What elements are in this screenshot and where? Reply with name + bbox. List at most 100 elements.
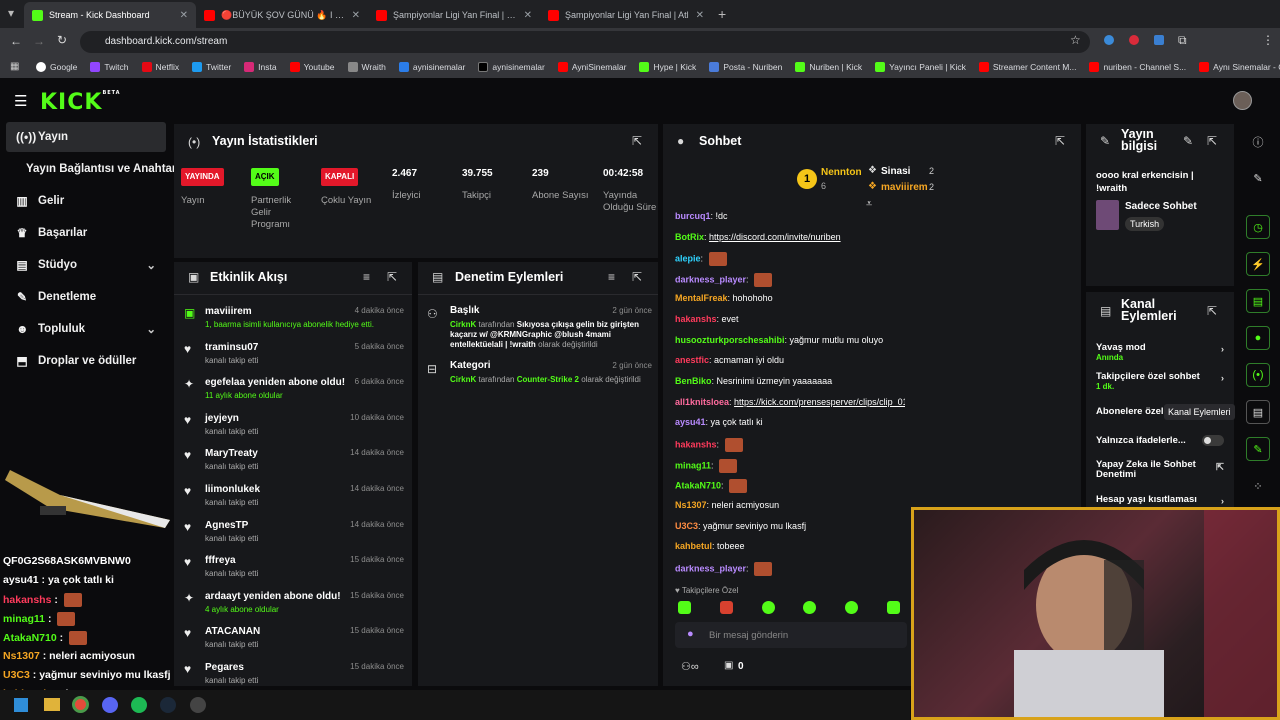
bookmark-aynisinemalar-yt[interactable]: AyniSinemalar	[557, 62, 626, 72]
sidebar-item-studyo[interactable]: ▤ Stüdyo ⌄	[6, 250, 166, 280]
popout-icon[interactable]: ⇱	[632, 270, 642, 284]
tab-kick-dashboard[interactable]: Stream - Kick Dashboard ✕	[24, 2, 197, 28]
emote-icon[interactable]	[678, 601, 691, 614]
activity-event[interactable]: ▣ maviiirem 1, baarma isimli kullanıcıya a…	[182, 306, 404, 339]
filter-icon[interactable]: ≡	[363, 270, 370, 284]
extension-icon[interactable]	[1104, 35, 1114, 45]
sidebar-item-basarilar[interactable]: ♛ Başarılar	[6, 218, 166, 248]
chat-username[interactable]: minag11	[675, 460, 711, 470]
chat-username[interactable]: hakanshs	[675, 314, 717, 324]
emote-icon[interactable]	[803, 601, 816, 614]
chat-username[interactable]: BotRix	[675, 232, 704, 242]
close-tab-icon[interactable]: ✕	[352, 10, 360, 21]
shield-extension-icon[interactable]	[1154, 35, 1164, 45]
activity-event[interactable]: ♥ ATACANAN kanalı takip etti 15 dakika önce	[182, 626, 404, 659]
chat-username[interactable]: kahbetul	[675, 541, 712, 551]
activity-event[interactable]: ✦ ardaayt yeniden abone oldu! 4 aylık abon…	[182, 591, 404, 624]
action-emotes-only[interactable]: Yalnızca ifadelerle...	[1096, 435, 1224, 446]
emote-icon[interactable]	[887, 601, 900, 614]
emote-icon[interactable]	[720, 601, 733, 614]
bookmark-wraith[interactable]: Wraith	[347, 62, 386, 72]
wrench-rail-icon[interactable]: ✎	[1246, 437, 1270, 461]
chat-username[interactable]: U3C3	[675, 521, 698, 531]
microphone-icon[interactable]: ●	[687, 628, 694, 640]
apps-grid-icon[interactable]: ▦	[10, 61, 19, 72]
popout-icon[interactable]: ⇱	[632, 134, 642, 148]
chat-username[interactable]: burcuq1	[675, 211, 711, 221]
extensions-puzzle-icon[interactable]: ⧉	[1178, 33, 1187, 48]
popout-icon[interactable]: ⇱	[1055, 134, 1065, 148]
bookmark-posta[interactable]: Posta - Nuriben	[709, 62, 782, 72]
emote-icon[interactable]	[845, 601, 858, 614]
sidebar-item-stream-key[interactable]: Yayın Bağlantısı ve Anahtarı	[6, 154, 180, 184]
bookmark-nuriben-kick[interactable]: Nuriben | Kick	[795, 62, 862, 72]
bookmark-ayni-sinemalar-ca[interactable]: Aynı Sinemalar - Ça...	[1199, 62, 1280, 72]
bookmark-youtube[interactable]: Youtube	[289, 62, 335, 72]
extension-icon[interactable]	[1129, 35, 1139, 45]
activity-event[interactable]: ✦ egefelaa yeniden abone oldu! 11 aylık ab…	[182, 377, 404, 410]
more-rail-icon[interactable]: ⁘	[1246, 474, 1270, 498]
sidebar-item-droplar[interactable]: ⬒ Droplar ve ödüller	[6, 346, 166, 376]
popout-icon[interactable]: ⇱	[1207, 134, 1217, 148]
document-icon[interactable]: ▤	[1246, 289, 1270, 313]
action-subs-only[interactable]: Abonelere özel sohbet	[1096, 406, 1164, 417]
channel-actions-rail-icon[interactable]: ▤	[1246, 400, 1270, 424]
steam-icon[interactable]	[160, 697, 176, 713]
chat-icon[interactable]: ●	[1246, 326, 1270, 350]
bookmark-hype-kick[interactable]: Hype | Kick	[639, 62, 696, 72]
chat-username[interactable]: AtakaN710	[675, 480, 721, 490]
chat-username[interactable]: Ns1307	[675, 500, 707, 510]
chat-link[interactable]: https://kick.com/prensesperver/clips/cli…	[734, 397, 905, 407]
chat-username[interactable]: hakanshs	[675, 439, 717, 449]
app-icon[interactable]	[190, 697, 206, 713]
close-tab-icon[interactable]: ✕	[524, 10, 532, 21]
bookmark-yayinci-paneli[interactable]: Yayıncı Paneli | Kick	[875, 62, 966, 72]
activity-event[interactable]: ♥ jeyjeyn kanalı takip etti 10 dakika önce	[182, 413, 404, 446]
windows-start-icon[interactable]	[14, 698, 28, 712]
info-icon[interactable]: ⓘ	[1246, 130, 1270, 154]
activity-event[interactable]: ♥ MaryTreaty kanalı takip etti 14 dakika ön…	[182, 448, 404, 481]
action-slow-mode[interactable]: Yavaş mod Anında ›	[1096, 342, 1224, 362]
emotes-only-toggle[interactable]	[1202, 435, 1224, 446]
activity-event[interactable]: ♥ liimonlukek kanalı takip etti 14 dakika ö…	[182, 484, 404, 517]
bookmark-star-icon[interactable]: ☆	[1070, 33, 1081, 47]
bookmark-google[interactable]: Google	[36, 62, 77, 72]
tab-search-icon[interactable]: ▾	[0, 6, 24, 28]
bookmark-twitch[interactable]: Twitch	[90, 62, 129, 72]
browser-menu-icon[interactable]: ⋮	[1262, 33, 1274, 47]
action-followers-only[interactable]: Takipçilere özel sohbet 1 dk. ›	[1096, 371, 1224, 391]
close-tab-icon[interactable]: ✕	[180, 10, 188, 21]
sidebar-item-gelir[interactable]: ▥ Gelir	[6, 186, 166, 216]
action-ai-moderation[interactable]: Yapay Zeka ile Sohbet Denetimi ⇱	[1096, 460, 1224, 480]
filter-icon[interactable]: ≡	[608, 270, 615, 284]
action-account-age[interactable]: Hesap yaşı kısıtlaması ›	[1096, 494, 1224, 507]
chat-username[interactable]: husoozturkporschesahibi	[675, 335, 785, 345]
spotify-icon[interactable]	[131, 697, 147, 713]
chat-username[interactable]: BenBiko	[675, 376, 712, 386]
chat-username[interactable]: darkness_player	[675, 274, 746, 284]
sidebar-item-topluluk[interactable]: ☻ Topluluk ⌄	[6, 314, 166, 344]
forward-icon[interactable]: →	[33, 34, 45, 48]
chrome-icon[interactable]	[72, 696, 89, 713]
bookmark-aynisinemalar-x[interactable]: aynisinemalar	[478, 62, 545, 72]
edit-pencil-icon[interactable]: ✎	[1183, 134, 1193, 148]
chat-username[interactable]: darkness_player	[675, 563, 746, 573]
chat-username[interactable]: MentalFreak	[675, 293, 728, 303]
emote-icon[interactable]	[762, 601, 775, 614]
hamburger-menu-icon[interactable]: ☰	[14, 92, 27, 110]
chest-icon[interactable]: ▣	[724, 660, 733, 671]
file-explorer-icon[interactable]	[44, 698, 60, 711]
sidebar-item-yayin[interactable]: ((•)) Yayın	[6, 122, 166, 152]
users-infinity-icon[interactable]: ⚇∞	[681, 660, 699, 673]
kick-logo[interactable]: KICKBETA	[40, 90, 121, 115]
url-field[interactable]: dashboard.kick.com/stream	[80, 31, 1090, 53]
edit-icon[interactable]: ✎	[1246, 166, 1270, 190]
discord-icon[interactable]	[102, 697, 118, 713]
chat-link[interactable]: https://discord.com/invite/nuriben	[709, 232, 841, 242]
chat-username[interactable]: all1knitsloea	[675, 397, 729, 407]
sidebar-item-denetleme[interactable]: ✎ Denetleme	[6, 282, 166, 312]
activity-event[interactable]: ♥ AgnesTP kanalı takip etti 14 dakika önce	[182, 520, 404, 553]
tab-youtube-3[interactable]: Şampiyonlar Ligi Yan Final | Atl ✕	[540, 2, 712, 28]
broadcast-rail-icon[interactable]: (•)	[1246, 363, 1270, 387]
close-tab-icon[interactable]: ✕	[696, 10, 704, 21]
